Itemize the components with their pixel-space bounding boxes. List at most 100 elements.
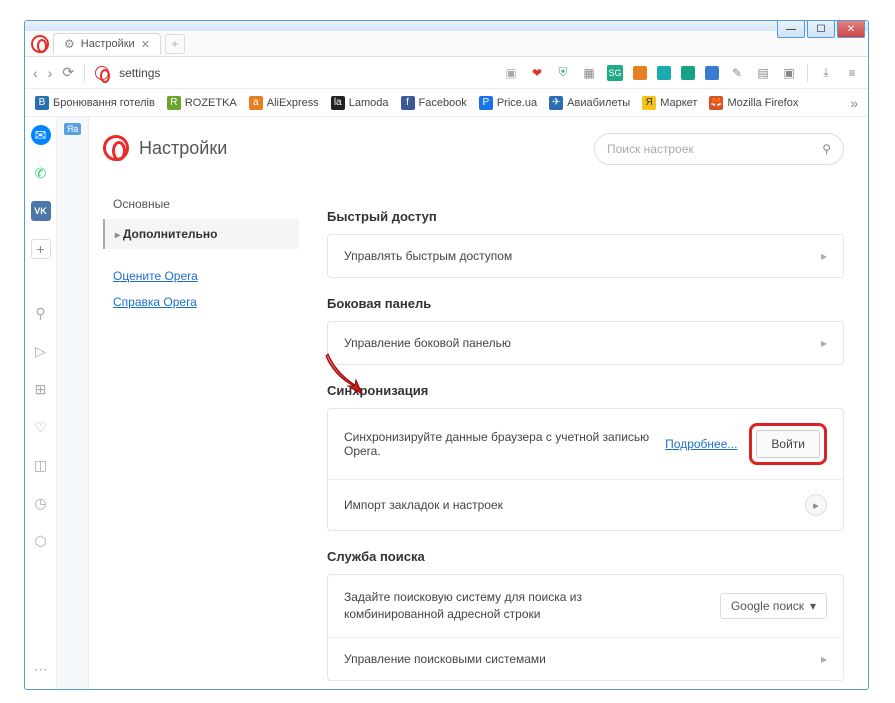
bookmark-item[interactable]: fFacebook bbox=[401, 96, 467, 110]
more-sidebar-icon[interactable]: ⋯ bbox=[31, 659, 51, 679]
messenger-icon[interactable]: ✉ bbox=[31, 125, 51, 145]
bookmark-icon: 🦊 bbox=[709, 96, 723, 110]
chevron-right-icon: ▸ bbox=[821, 249, 827, 263]
help-opera-link[interactable]: Справка Opera bbox=[103, 289, 299, 315]
settings-toolbar: Яa bbox=[57, 117, 89, 689]
search-icon: ⚲ bbox=[822, 142, 831, 156]
address-bar[interactable]: settings bbox=[119, 66, 493, 80]
history-icon[interactable]: ◷ bbox=[31, 493, 51, 513]
bookmark-item[interactable]: ЯМаркет bbox=[642, 96, 697, 110]
navigation-bar: ‹ › ⟳ settings ▣ ❤ ⛨ ▦ SG ✎ ▤ ▣ ⤓ ≡ bbox=[25, 57, 868, 89]
bookmark-item[interactable]: PPrice.ua bbox=[479, 96, 537, 110]
opera-logo-icon[interactable] bbox=[31, 35, 49, 53]
send-icon[interactable]: ▷ bbox=[31, 341, 51, 361]
sync-row: Синхронизируйте данные браузера с учетно… bbox=[328, 409, 843, 479]
tab-close-icon[interactable]: ✕ bbox=[141, 38, 150, 51]
bookmark-icon: la bbox=[331, 96, 345, 110]
tab-title: Настройки bbox=[81, 38, 135, 50]
maximize-button[interactable]: ☐ bbox=[807, 20, 835, 38]
shield-icon[interactable]: ⛨ bbox=[555, 65, 571, 81]
page-title: Настройки bbox=[139, 138, 227, 159]
quick-access-manage-row[interactable]: Управлять быстрым доступом ▸ bbox=[328, 235, 843, 277]
settings-content: Настройки Основные Дополнительно Оцените… bbox=[89, 117, 868, 689]
bookmark-item[interactable]: RROZETKA bbox=[167, 96, 237, 110]
browser-sidebar: ✉ ✆ VK + ⚲ ▷ ⊞ ♡ ◫ ◷ ⬡ ⋯ bbox=[25, 117, 57, 689]
translate-icon[interactable]: Яa bbox=[64, 123, 82, 135]
chevron-right-icon: ▸ bbox=[821, 652, 827, 666]
toolbar-icons: ▣ ❤ ⛨ ▦ SG ✎ ▤ ▣ ⤓ ≡ bbox=[503, 64, 860, 82]
tab-settings[interactable]: ⚙ Настройки ✕ bbox=[53, 33, 161, 54]
wand-icon[interactable]: ✎ bbox=[729, 65, 745, 81]
opera-logo-icon bbox=[103, 135, 129, 161]
add-sidebar-icon[interactable]: + bbox=[31, 239, 51, 259]
bookmark-icon: ✈ bbox=[549, 96, 563, 110]
settings-sidebar: Настройки Основные Дополнительно Оцените… bbox=[89, 117, 299, 689]
vk-icon[interactable]: VK bbox=[31, 201, 51, 221]
chevron-right-circle-icon: ▸ bbox=[805, 494, 827, 516]
search-engine-row: Задайте поисковую систему для поиска из … bbox=[328, 575, 843, 637]
address-opera-icon bbox=[95, 66, 109, 80]
menu-icon[interactable]: ≡ bbox=[844, 65, 860, 81]
section-search: Служба поиска bbox=[327, 549, 844, 564]
main-content-area: ✉ ✆ VK + ⚲ ▷ ⊞ ♡ ◫ ◷ ⬡ ⋯ Яa Настройки bbox=[25, 117, 868, 689]
bookmark-item[interactable]: 🦊Mozilla Firefox bbox=[709, 96, 798, 110]
side-panel-manage-row[interactable]: Управление боковой панелью ▸ bbox=[328, 322, 843, 364]
section-sync: Синхронизация bbox=[327, 383, 844, 398]
news-icon[interactable]: ▣ bbox=[781, 65, 797, 81]
bookmark-icon: Я bbox=[642, 96, 656, 110]
nav-advanced[interactable]: Дополнительно bbox=[103, 219, 299, 249]
section-side-panel: Боковая панель bbox=[327, 296, 844, 311]
search-engine-dropdown[interactable]: Google поиск ▾ bbox=[720, 593, 827, 619]
extension-icon[interactable]: ▦ bbox=[581, 65, 597, 81]
bookmark-item[interactable]: laLamoda bbox=[331, 96, 389, 110]
bookmark-item[interactable]: ✈Авиабилеты bbox=[549, 96, 630, 110]
nav-basic[interactable]: Основные bbox=[103, 189, 299, 219]
settings-panel: Поиск настроек ⚲ Быстрый доступ Управлят… bbox=[299, 117, 868, 689]
new-tab-button[interactable]: + bbox=[165, 34, 185, 54]
reload-button[interactable]: ⟳ bbox=[62, 64, 74, 81]
annotation-highlight: Войти bbox=[749, 423, 827, 465]
download-icon[interactable]: ⤓ bbox=[818, 65, 834, 81]
settings-search-input[interactable]: Поиск настроек ⚲ bbox=[594, 133, 844, 165]
bookmark-item[interactable]: BБронювання готелів bbox=[35, 96, 155, 110]
back-button[interactable]: ‹ bbox=[33, 65, 38, 81]
whatsapp-icon[interactable]: ✆ bbox=[31, 163, 51, 183]
tabs-bar: ⚙ Настройки ✕ + bbox=[25, 31, 868, 57]
search-sidebar-icon[interactable]: ⚲ bbox=[31, 303, 51, 323]
cube-icon[interactable]: ⬡ bbox=[31, 531, 51, 551]
bookmark-icon: P bbox=[479, 96, 493, 110]
ext-orange-icon[interactable] bbox=[633, 66, 647, 80]
search-placeholder: Поиск настроек bbox=[607, 142, 694, 156]
chevron-right-icon: ▸ bbox=[821, 336, 827, 350]
speed-dial-icon[interactable]: ⊞ bbox=[31, 379, 51, 399]
heart-icon[interactable]: ❤ bbox=[529, 65, 545, 81]
bookmarks-overflow[interactable]: » bbox=[850, 95, 858, 111]
close-button[interactable]: ✕ bbox=[837, 20, 865, 38]
grid-icon[interactable]: ▤ bbox=[755, 65, 771, 81]
chevron-down-icon: ▾ bbox=[810, 599, 816, 613]
bookmark-icon: a bbox=[249, 96, 263, 110]
browser-window: — ☐ ✕ ⚙ Настройки ✕ + ‹ › ⟳ settings ▣ ❤… bbox=[24, 20, 869, 690]
sync-login-button[interactable]: Войти bbox=[756, 430, 820, 458]
sg-badge-icon[interactable]: SG bbox=[607, 65, 623, 81]
bookmark-icon: R bbox=[167, 96, 181, 110]
rate-opera-link[interactable]: Оцените Opera bbox=[103, 263, 299, 289]
bookmark-icon: f bbox=[401, 96, 415, 110]
forward-button[interactable]: › bbox=[48, 65, 53, 81]
window-titlebar: — ☐ ✕ bbox=[25, 21, 868, 31]
import-bookmarks-row[interactable]: Импорт закладок и настроек ▸ bbox=[328, 479, 843, 530]
ext-teal-icon[interactable] bbox=[657, 66, 671, 80]
bookmarks-bar: BБронювання готелів RROZETKA aAliExpress… bbox=[25, 89, 868, 117]
minimize-button[interactable]: — bbox=[777, 20, 805, 38]
ext-green-icon[interactable] bbox=[681, 66, 695, 80]
sync-learn-more-link[interactable]: Подробнее... bbox=[665, 437, 737, 451]
heart-sidebar-icon[interactable]: ♡ bbox=[31, 417, 51, 437]
ext-blue-icon[interactable] bbox=[705, 66, 719, 80]
bookmark-item[interactable]: aAliExpress bbox=[249, 96, 319, 110]
bookmark-icon: B bbox=[35, 96, 49, 110]
section-quick-access: Быстрый доступ bbox=[327, 209, 844, 224]
gear-icon: ⚙ bbox=[64, 37, 75, 51]
manage-search-engines-row[interactable]: Управление поисковыми системами ▸ bbox=[328, 637, 843, 680]
tabs-icon[interactable]: ◫ bbox=[31, 455, 51, 475]
camera-icon[interactable]: ▣ bbox=[503, 65, 519, 81]
